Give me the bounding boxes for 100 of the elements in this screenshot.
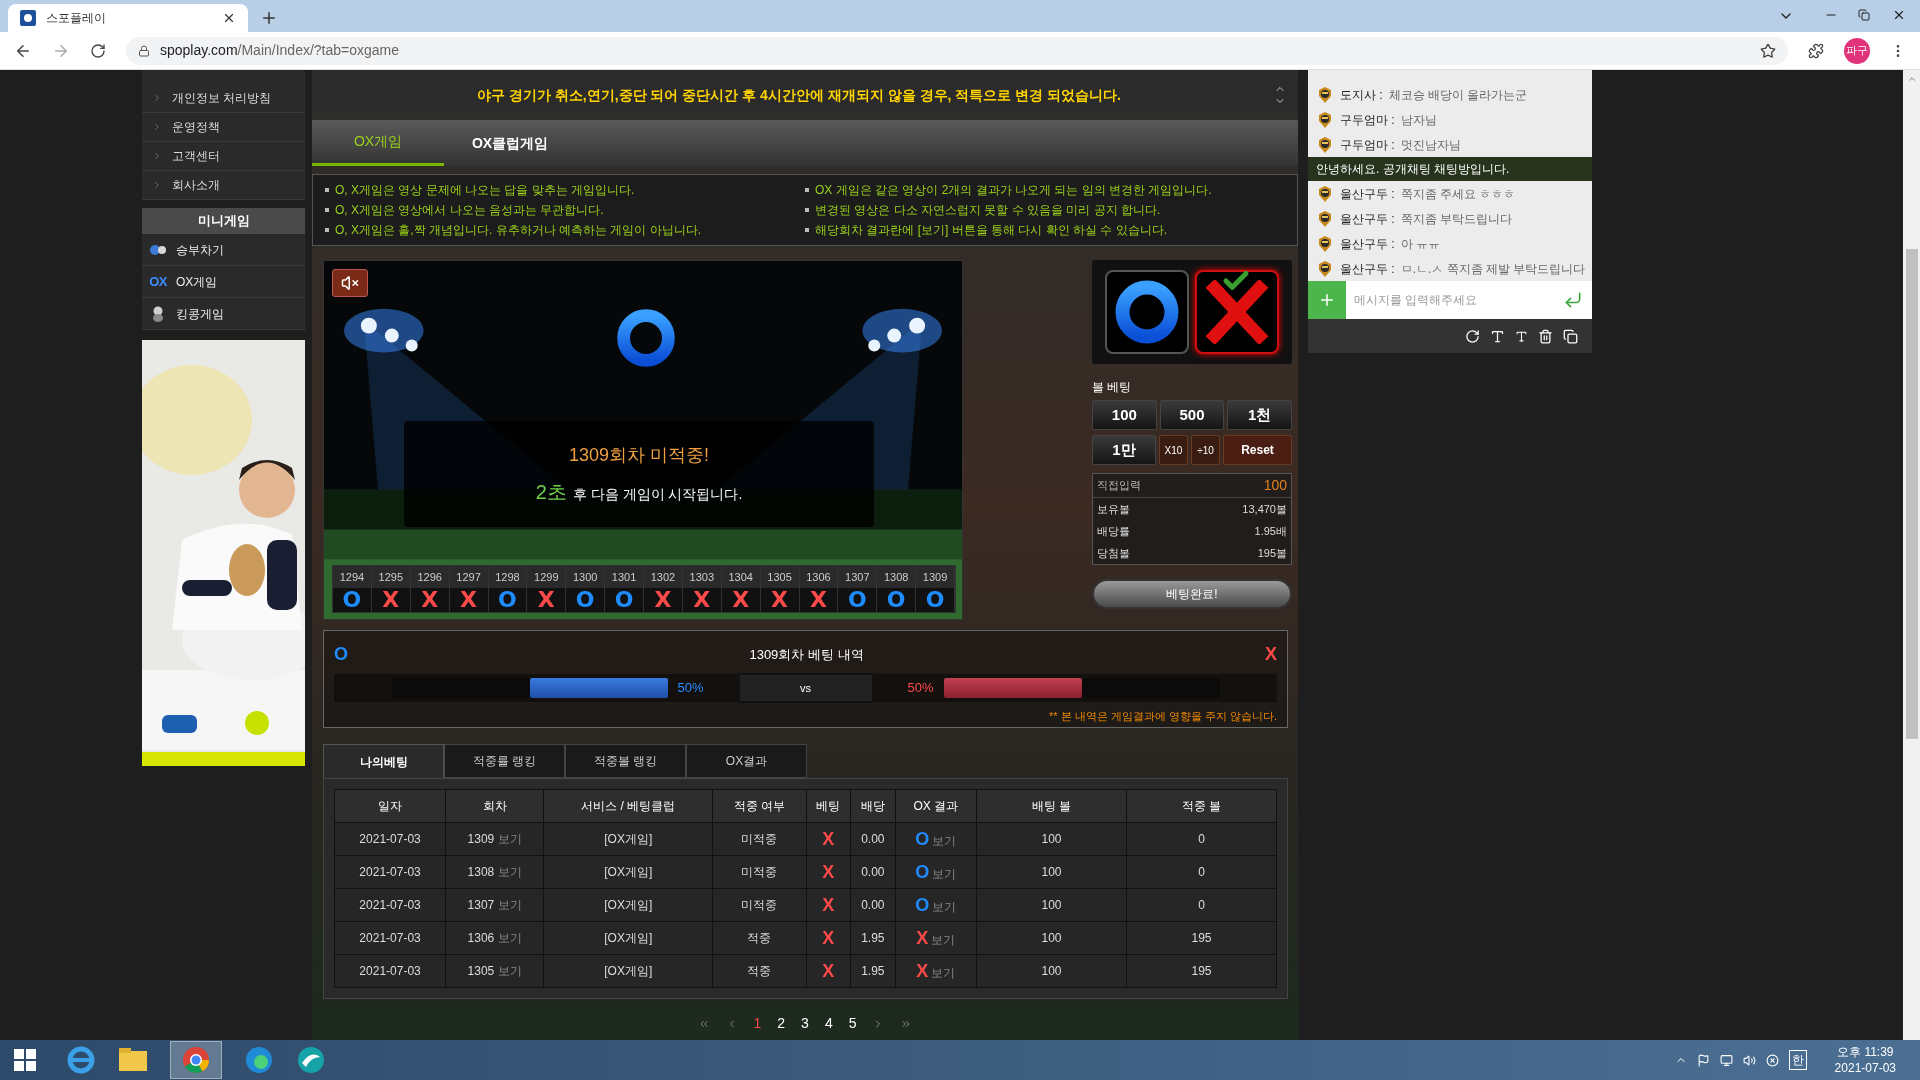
reload-icon[interactable]: [90, 42, 106, 59]
avatar-icon: [1316, 85, 1334, 104]
game-menu-label: 승부차기: [176, 241, 224, 259]
page-link[interactable]: 2: [777, 1013, 786, 1034]
folder-icon[interactable]: [118, 1047, 148, 1073]
reset-button[interactable]: Reset: [1223, 435, 1292, 465]
direct-input-field[interactable]: 100: [1263, 475, 1287, 496]
view-link[interactable]: 보기: [932, 866, 957, 881]
view-link[interactable]: 보기: [932, 833, 957, 848]
view-link[interactable]: 보기: [497, 865, 522, 879]
close-icon[interactable]: [222, 11, 236, 25]
history-tab[interactable]: 나의베팅: [323, 744, 444, 778]
view-link[interactable]: 보기: [497, 898, 522, 912]
page-link[interactable]: 1: [753, 1013, 762, 1034]
multiplier-button[interactable]: X10: [1159, 435, 1188, 465]
page-link[interactable]: 4: [824, 1013, 833, 1034]
stat-value: 195볼: [1257, 545, 1287, 561]
chip-button[interactable]: 500: [1159, 400, 1225, 430]
table-cell: 0: [1126, 822, 1277, 856]
table-cell: 2021-07-03: [334, 855, 446, 889]
page-link[interactable]: 5: [848, 1013, 857, 1034]
sidebar-link[interactable]: 개인정보 처리방침: [142, 84, 305, 113]
clock[interactable]: 오후 11:39 2021-07-03: [1834, 1044, 1896, 1076]
table-cell: 미적중: [712, 822, 807, 856]
o-result-icon: [614, 306, 678, 370]
page-link[interactable]: 3: [801, 1013, 809, 1034]
table-cell: [OX게임]: [543, 921, 713, 955]
chat-message: 남자님: [1400, 111, 1437, 129]
chat-notice: 안녕하세요. 공개채팅 채팅방입니다.: [1308, 157, 1592, 181]
tab-title: 스포플레이: [46, 10, 107, 27]
chip-button[interactable]: 1천: [1227, 400, 1292, 430]
mute-button[interactable]: [332, 269, 368, 297]
submit-bet-button[interactable]: 베팅완료!: [1092, 579, 1292, 609]
view-link[interactable]: 보기: [931, 932, 956, 947]
view-link[interactable]: 보기: [497, 931, 522, 945]
blocked-icon[interactable]: [1765, 1053, 1779, 1067]
view-link[interactable]: 보기: [497, 832, 522, 846]
history-tab[interactable]: 적중률 랭킹: [444, 744, 565, 778]
chat-user: 구두엄마 :: [1340, 136, 1395, 154]
game-menu-item[interactable]: OX OX게임: [142, 266, 305, 298]
table-cell: 1305: [467, 964, 495, 978]
rule-text: O, X게임은 홀,짝 개념입니다. 유추하거나 예측하는 게임이 아닙니다.: [335, 222, 701, 239]
round-number: 1299: [527, 566, 566, 588]
sidebar-link[interactable]: 회사소개: [142, 171, 305, 200]
round-number: 1295: [371, 566, 410, 588]
table-cell: 0.00: [850, 822, 896, 856]
profile-avatar[interactable]: 파구: [1844, 37, 1870, 64]
bet-mark: X: [822, 828, 835, 849]
result-mark: O: [915, 894, 930, 915]
history-tab[interactable]: OX결과: [686, 744, 807, 778]
chrome-icon[interactable]: [181, 1045, 211, 1075]
stats-note: ** 본 내역은 게임결과에 영향을 주지 않습니다.: [1049, 709, 1277, 724]
chip-button[interactable]: 100: [1092, 400, 1157, 430]
bookmark-icon[interactable]: [1760, 42, 1776, 59]
view-link[interactable]: 보기: [497, 964, 522, 978]
font-increase-icon[interactable]: [1490, 328, 1505, 344]
round-number: 1300: [566, 566, 605, 588]
address-bar[interactable]: spoplay.com/Main/Index/?tab=oxgame: [126, 36, 1788, 65]
direct-input-label: 직접입력: [1097, 478, 1141, 494]
volume-icon[interactable]: [1742, 1053, 1756, 1067]
multiplier-button[interactable]: ÷10: [1191, 435, 1220, 465]
view-link[interactable]: 보기: [932, 899, 957, 914]
column-header: 일자: [334, 789, 446, 823]
game-tab[interactable]: OX클럽게임: [444, 120, 576, 166]
browser-tab[interactable]: 스포플레이: [8, 4, 248, 32]
sidebar-link[interactable]: 고객센터: [142, 142, 305, 171]
network-icon[interactable]: [1719, 1053, 1733, 1067]
game-tab[interactable]: OX게임: [312, 120, 444, 166]
result-mark: X: [916, 927, 929, 948]
restore-icon[interactable]: [1858, 9, 1870, 21]
game-menu-item[interactable]: 킹콩게임: [142, 298, 305, 330]
browser-e-icon[interactable]: [66, 1045, 96, 1075]
windows-start-icon[interactable]: [14, 1049, 36, 1071]
ime-indicator[interactable]: 한: [1788, 1050, 1807, 1070]
x-choice-button[interactable]: [1195, 270, 1279, 354]
chat-input[interactable]: 메시지를 입력해주세요: [1346, 281, 1554, 319]
table-cell: 0.00: [850, 855, 896, 889]
table-cell: 미적중: [712, 855, 807, 889]
close-icon[interactable]: [1892, 8, 1906, 22]
sidebar-link[interactable]: 운영정책: [142, 113, 305, 142]
app-icon[interactable]: [296, 1045, 326, 1075]
game-menu-item[interactable]: 승부차기: [142, 234, 305, 266]
new-tab-icon[interactable]: [260, 9, 278, 27]
refresh-icon[interactable]: [1465, 328, 1480, 344]
history-tab[interactable]: 적중볼 랭킹: [565, 744, 686, 778]
chip-button[interactable]: 1만: [1092, 435, 1156, 465]
column-header: 서비스 / 베팅클럽: [543, 789, 713, 823]
rule-text: 해당회차 결과란에 [보기] 버튼을 통해 다시 확인 하실 수 있습니다.: [815, 222, 1167, 239]
trash-icon[interactable]: [1538, 328, 1553, 344]
edge-icon[interactable]: [244, 1045, 274, 1075]
extensions-icon[interactable]: [1808, 42, 1824, 59]
view-link[interactable]: 보기: [931, 965, 956, 980]
table-cell: 100: [976, 888, 1127, 922]
table-cell: 2021-07-03: [334, 921, 446, 955]
result-mark: O: [915, 861, 930, 882]
flag-icon[interactable]: [1696, 1053, 1710, 1067]
font-decrease-icon[interactable]: [1515, 329, 1528, 343]
url-text: spoplay.com/Main/Index/?tab=oxgame: [160, 41, 400, 60]
round-result: X: [537, 589, 555, 611]
o-choice-button[interactable]: [1105, 270, 1189, 354]
